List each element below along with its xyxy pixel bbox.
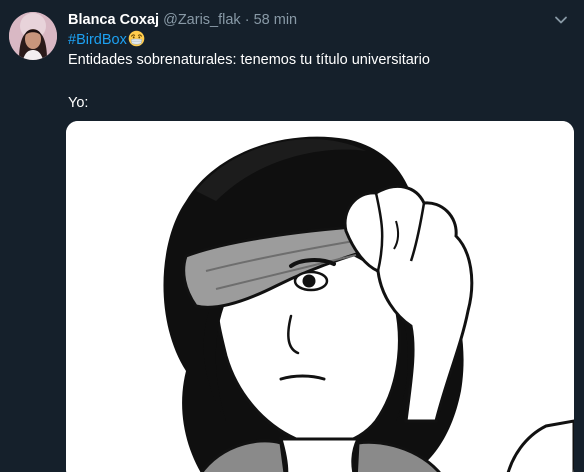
separator-dot: ·: [244, 12, 250, 28]
tweet-header: Blanca Coxaj @Zaris_flak · 58 min: [68, 11, 297, 29]
chevron-down-icon[interactable]: [553, 12, 569, 28]
hashtag-link[interactable]: #BirdBox: [68, 32, 127, 48]
display-name[interactable]: Blanca Coxaj: [68, 12, 159, 28]
tweet-text-line: Entidades sobrenaturales: tenemos tu tít…: [68, 52, 430, 68]
tweet-card[interactable]: Blanca Coxaj @Zaris_flak · 58 min #BirdB…: [0, 0, 584, 472]
timestamp[interactable]: 58 min: [254, 12, 298, 28]
profile-photo-icon: [9, 12, 57, 60]
blindfold-meme-illustration-icon: [66, 121, 574, 472]
avatar[interactable]: [9, 12, 57, 60]
user-handle[interactable]: @Zaris_flak: [163, 12, 241, 28]
tweet-media-image[interactable]: [66, 121, 574, 472]
tweet-text-line: Yo:: [68, 95, 89, 111]
hashtag-line: #BirdBox: [68, 30, 145, 48]
mask-face-emoji-icon: [128, 30, 145, 52]
